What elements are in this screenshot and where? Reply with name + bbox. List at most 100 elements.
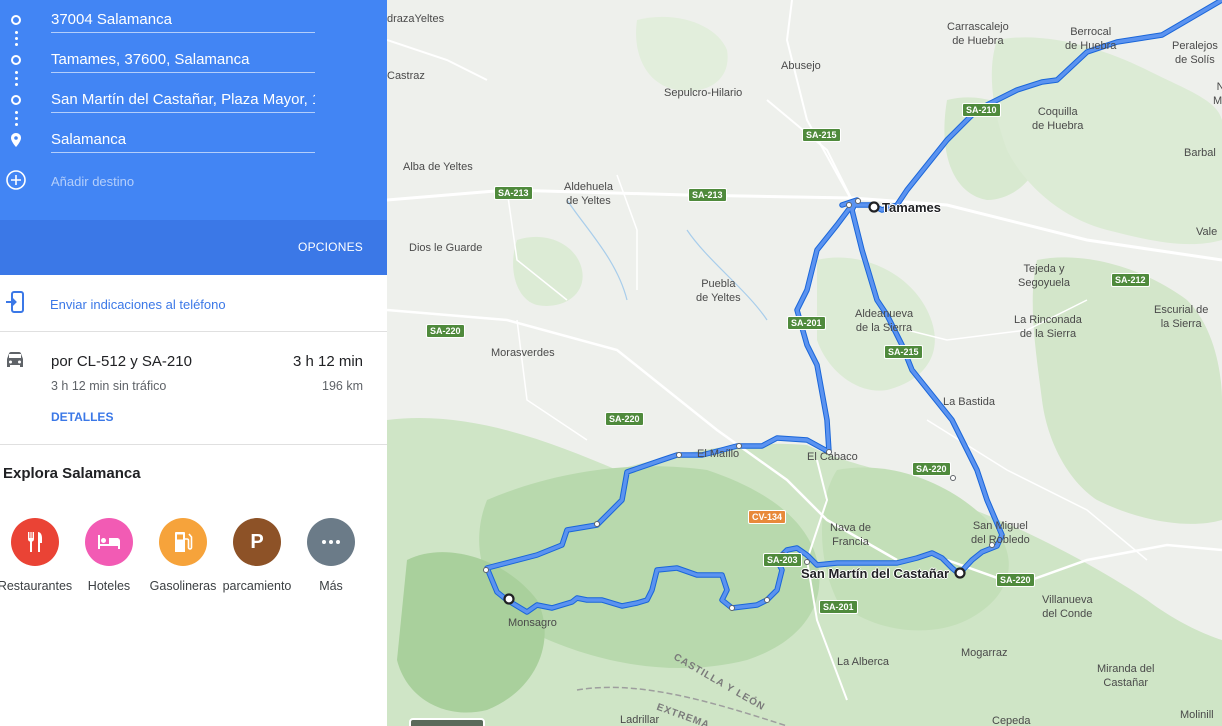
stop-row-waypoint-2 [0, 80, 387, 120]
town-label: Coquilla de Huebra [1032, 105, 1083, 133]
town-label: Monsagro [508, 617, 557, 629]
town-label-line: La Rinconada [1014, 314, 1082, 326]
parking-icon[interactable]: P [233, 518, 281, 566]
town-label-line: Segoyuela [1018, 277, 1070, 289]
town-label: Peralejos de Solís [1172, 39, 1218, 67]
town-label: NMa [1213, 81, 1222, 107]
waypoint-2-input[interactable] [51, 87, 315, 113]
tamames-label[interactable]: Tamames [882, 200, 941, 215]
town-label-line: Castañar [1103, 677, 1149, 689]
town-label: La Rinconada de la Sierra [1014, 313, 1082, 341]
route-traffic-note: 3 h 12 min sin tráfico [51, 379, 167, 393]
category-more[interactable]: Más [286, 518, 376, 593]
town-label: El Maíllo [697, 448, 740, 460]
origin-input[interactable] [51, 7, 315, 33]
hotel-icon[interactable] [85, 518, 133, 566]
town-label-line: de Huebra [1065, 40, 1117, 52]
town-label-line: Peralejos [1172, 40, 1218, 52]
town-label: drazaYeltes [387, 13, 445, 25]
monsagro-marker-icon[interactable] [502, 592, 516, 606]
town-label: Miranda del Castañar [1097, 662, 1154, 690]
destination-input[interactable] [51, 127, 315, 153]
town-label: Tejeda y Segoyuela [1018, 262, 1070, 290]
town-label-line: la Sierra [1160, 318, 1202, 330]
map-canvas[interactable]: Tamames San Martín del Castañar drazaYel… [387, 0, 1222, 726]
town-label: Barbal [1184, 147, 1216, 159]
road-shield: SA-220 [996, 573, 1035, 587]
street-view-thumbnail[interactable] [409, 718, 485, 726]
road-shield: SA-220 [426, 324, 465, 338]
san-martin-marker-icon[interactable] [953, 566, 967, 580]
directions-header [0, 0, 387, 220]
town-label-line: de Yeltes [696, 292, 741, 304]
town-label: La Alberca [837, 656, 889, 668]
road-shield: SA-220 [605, 412, 644, 426]
town-label: San Miguel del Robledo [971, 519, 1030, 547]
road-shield: SA-210 [962, 103, 1001, 117]
town-label-line: Nava de [830, 522, 871, 534]
add-destination-input[interactable] [51, 168, 315, 194]
town-label-line: del Conde [1042, 608, 1093, 620]
town-label-line: de la Sierra [1019, 328, 1077, 340]
town-label: El Cabaco [807, 451, 858, 463]
town-label-line: Carrascalejo [947, 21, 1009, 33]
options-bar: OPCIONES [0, 220, 387, 275]
route-distance: 196 km [322, 379, 363, 393]
road-shield: SA-203 [763, 553, 802, 567]
san-martin-label[interactable]: San Martín del Castañar [801, 566, 949, 581]
town-label: Villanueva del Conde [1042, 593, 1093, 621]
more-icon[interactable] [307, 518, 355, 566]
town-label: Ladrillar [620, 714, 660, 726]
town-label-line: Escurial de [1154, 304, 1209, 316]
car-icon [7, 352, 23, 367]
origin-circle-icon [11, 15, 21, 25]
waypoint-circle-icon [11, 95, 21, 105]
town-label-line: de la Sierra [855, 322, 913, 334]
town-label: Aldeanueva de la Sierra [855, 307, 913, 335]
road-shield: SA-215 [884, 345, 923, 359]
route-option[interactable]: por CL-512 y SA-210 3 h 12 min 3 h 12 mi… [0, 332, 387, 445]
send-to-phone-link[interactable]: Enviar indicaciones al teléfono [50, 297, 226, 312]
details-button[interactable]: DETALLES [51, 410, 113, 424]
town-label: Nava de Francia [830, 521, 871, 549]
town-label-line: Aldeanueva [855, 308, 914, 320]
town-label: Molinill [1180, 709, 1214, 721]
town-label: Escurial de la Sierra [1154, 303, 1208, 331]
restaurant-icon[interactable] [11, 518, 59, 566]
explore-title: Explora Salamanca [3, 465, 141, 482]
town-label-line: de Huebra [1032, 120, 1084, 132]
road-shield: SA-201 [819, 600, 858, 614]
send-to-phone-icon [6, 291, 24, 313]
town-label: Aldehuela de Yeltes [564, 180, 613, 208]
stop-row-destination [0, 120, 387, 160]
town-label: Sepulcro-Hilario [664, 87, 743, 99]
add-circle-icon[interactable] [5, 169, 27, 191]
road-shield: SA-213 [688, 188, 727, 202]
send-to-phone-row[interactable]: Enviar indicaciones al teléfono [0, 275, 387, 332]
waypoint-1-input[interactable] [51, 47, 315, 73]
options-button[interactable]: OPCIONES [298, 240, 363, 254]
tamames-marker-icon[interactable] [867, 200, 881, 214]
town-label-line: Aldehuela [564, 181, 613, 193]
town-label-line: Coquilla [1037, 106, 1078, 118]
town-label-line: San Miguel [972, 520, 1028, 532]
category-label: Más [319, 579, 343, 593]
waypoint-circle-icon [11, 55, 21, 65]
road-shield: SA-215 [802, 128, 841, 142]
add-destination-row[interactable] [0, 162, 387, 202]
town-label-line: Berrocal [1070, 26, 1112, 38]
road-shield: SA-220 [912, 462, 951, 476]
road-shield: SA-201 [787, 316, 826, 330]
town-label: Carrascalejo de Huebra [947, 20, 1009, 48]
town-label: Alba de Yeltes [403, 161, 473, 173]
town-label-line: de Yeltes [566, 195, 611, 207]
route-name: por CL-512 y SA-210 [51, 353, 192, 370]
town-label: Castraz [387, 70, 425, 82]
town-label-line: de Huebra [952, 35, 1004, 47]
town-label-line: Puebla [701, 278, 736, 290]
town-label: Mogarraz [961, 647, 1008, 659]
gas-station-icon[interactable] [159, 518, 207, 566]
road-shield: SA-212 [1111, 273, 1150, 287]
town-label: Vale [1196, 226, 1218, 238]
destination-pin-icon [11, 133, 21, 147]
